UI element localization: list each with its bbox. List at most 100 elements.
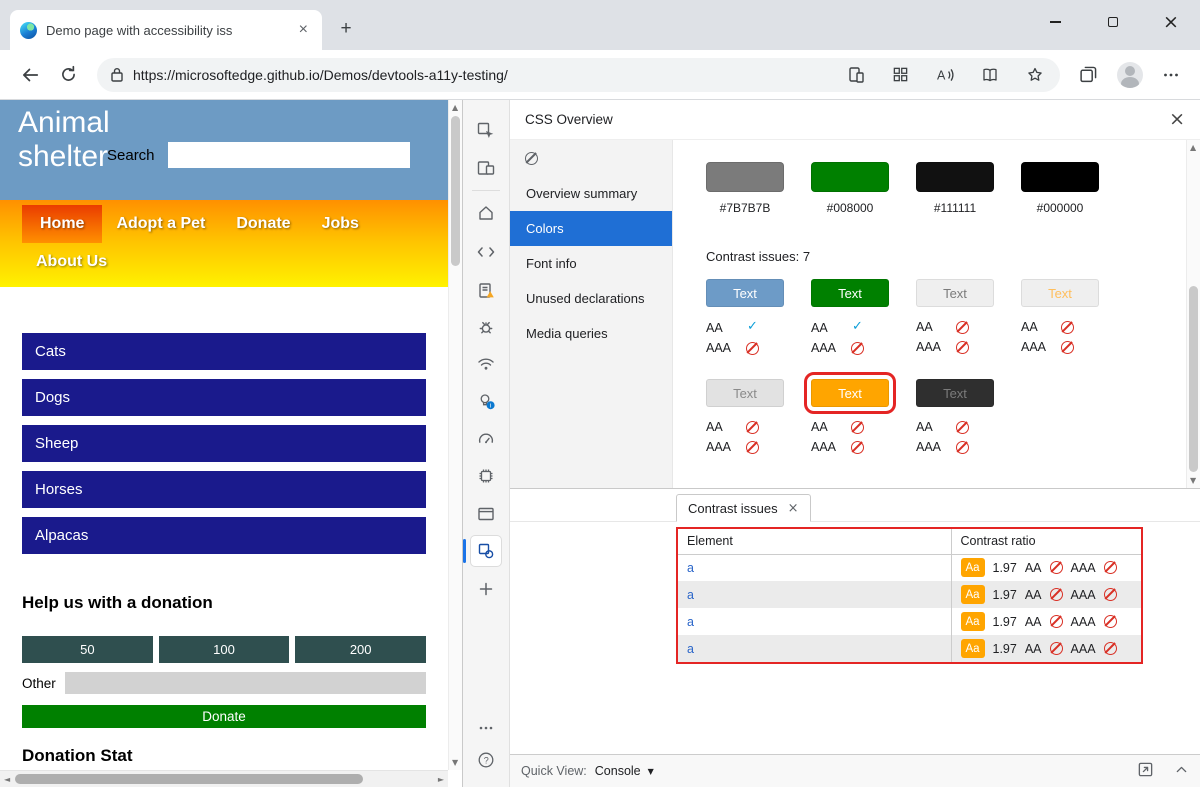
open-panel-icon[interactable] bbox=[1137, 761, 1154, 781]
profile-avatar[interactable] bbox=[1117, 62, 1143, 88]
contrast-sample-swatch[interactable]: Text bbox=[1021, 279, 1099, 307]
sidebar-item-overview-summary[interactable]: Overview summary bbox=[510, 176, 672, 211]
hints-icon[interactable]: i bbox=[471, 386, 501, 416]
contrast-sample-swatch[interactable]: Text bbox=[916, 279, 994, 307]
debugger-icon[interactable] bbox=[471, 312, 501, 342]
vscroll-thumb[interactable] bbox=[1189, 286, 1198, 472]
chevron-up-icon[interactable] bbox=[1174, 762, 1189, 780]
minimize-button[interactable] bbox=[1026, 0, 1084, 44]
color-swatch[interactable] bbox=[811, 162, 889, 192]
tab-contrast-issues[interactable]: Contrast issues × bbox=[676, 494, 811, 522]
collections-icon[interactable] bbox=[1079, 65, 1098, 84]
scroll-down-icon[interactable]: ▼ bbox=[452, 758, 458, 767]
quick-view-console-dropdown[interactable]: Console ▼ bbox=[595, 764, 654, 778]
color-swatch[interactable] bbox=[1021, 162, 1099, 192]
more-tools-icon[interactable] bbox=[471, 713, 501, 743]
more-menu-icon[interactable] bbox=[1162, 66, 1180, 84]
devtools-vertical-scrollbar[interactable]: ▲ ▼ bbox=[1186, 140, 1200, 488]
table-row[interactable]: a Aa 1.97 AA AAA bbox=[678, 581, 1141, 608]
aaa-label: AAA bbox=[706, 440, 746, 454]
lock-icon[interactable] bbox=[111, 67, 123, 82]
read-aloud-icon[interactable]: A bbox=[936, 66, 954, 84]
scroll-left-icon[interactable]: ◄ bbox=[4, 775, 10, 784]
elements-icon[interactable] bbox=[471, 237, 501, 267]
animal-button-horses[interactable]: Horses bbox=[22, 471, 426, 508]
page-vertical-scrollbar[interactable]: ▲ ▼ bbox=[448, 100, 462, 770]
device-emulation-icon[interactable] bbox=[471, 153, 501, 183]
animal-button-alpacas[interactable]: Alpacas bbox=[22, 517, 426, 554]
add-tools-icon[interactable] bbox=[471, 574, 501, 604]
chevron-down-icon: ▼ bbox=[648, 767, 654, 776]
application-icon[interactable] bbox=[471, 499, 501, 529]
immersive-reader-icon[interactable] bbox=[981, 66, 999, 84]
color-swatch[interactable] bbox=[916, 162, 994, 192]
other-amount-input[interactable] bbox=[65, 672, 426, 694]
page-horizontal-scrollbar[interactable]: ◄ ► bbox=[0, 770, 448, 787]
sidebar-item-media-queries[interactable]: Media queries bbox=[510, 316, 672, 351]
drawer-tab-close-icon[interactable]: × bbox=[788, 501, 799, 516]
search-input[interactable] bbox=[168, 142, 410, 168]
tab-close-icon[interactable]: × bbox=[295, 21, 312, 39]
table-row[interactable]: a Aa 1.97 AA AAA bbox=[678, 635, 1141, 662]
apps-grid-icon[interactable] bbox=[892, 66, 909, 83]
scroll-right-icon[interactable]: ► bbox=[438, 775, 444, 784]
css-overview-icon[interactable] bbox=[471, 536, 501, 566]
contrast-sample-swatch[interactable]: Text bbox=[706, 379, 784, 407]
element-link[interactable]: a bbox=[687, 642, 694, 656]
scroll-up-icon[interactable]: ▲ bbox=[452, 103, 458, 112]
color-swatch[interactable] bbox=[706, 162, 784, 192]
contrast-sample-swatch[interactable]: Text bbox=[916, 379, 994, 407]
new-tab-button[interactable]: + bbox=[334, 18, 358, 40]
column-header-element[interactable]: Element bbox=[678, 529, 951, 554]
nav-item-adopt[interactable]: Adopt a Pet bbox=[102, 205, 222, 243]
color-swatch-cell: #7B7B7B bbox=[706, 162, 811, 215]
nav-item-about[interactable]: About Us bbox=[22, 243, 124, 281]
welcome-icon[interactable] bbox=[471, 198, 501, 228]
contrast-sample-swatch[interactable]: Text bbox=[706, 279, 784, 307]
issues-icon[interactable] bbox=[471, 276, 501, 306]
memory-icon[interactable] bbox=[471, 461, 501, 491]
scroll-down-icon[interactable]: ▼ bbox=[1190, 476, 1196, 485]
sidebar-item-unused-declarations[interactable]: Unused declarations bbox=[510, 281, 672, 316]
animal-button-cats[interactable]: Cats bbox=[22, 333, 426, 370]
table-row[interactable]: a Aa 1.97 AA AAA bbox=[678, 608, 1141, 635]
amount-button-100[interactable]: 100 bbox=[159, 636, 290, 663]
element-link[interactable]: a bbox=[687, 615, 694, 629]
table-row[interactable]: a Aa 1.97 AA AAA bbox=[678, 554, 1141, 581]
contrast-sample-swatch[interactable]: Text bbox=[811, 279, 889, 307]
network-icon[interactable] bbox=[471, 349, 501, 379]
amount-button-50[interactable]: 50 bbox=[22, 636, 153, 663]
sidebar-item-font-info[interactable]: Font info bbox=[510, 246, 672, 281]
close-button[interactable]: × bbox=[1142, 0, 1200, 44]
animal-button-dogs[interactable]: Dogs bbox=[22, 379, 426, 416]
inspect-icon[interactable] bbox=[471, 116, 501, 146]
maximize-button[interactable] bbox=[1084, 0, 1142, 44]
contrast-sample-swatch[interactable]: Text bbox=[811, 379, 889, 407]
refresh-icon[interactable] bbox=[59, 65, 78, 84]
element-link[interactable]: a bbox=[687, 588, 694, 602]
nav-item-home[interactable]: Home bbox=[22, 205, 102, 243]
back-icon[interactable] bbox=[20, 65, 40, 85]
device-icon[interactable] bbox=[847, 66, 865, 84]
column-header-contrast-ratio[interactable]: Contrast ratio bbox=[951, 529, 1141, 554]
clear-overview-icon[interactable] bbox=[525, 152, 538, 165]
vscroll-thumb[interactable] bbox=[451, 116, 460, 266]
scroll-up-icon[interactable]: ▲ bbox=[1190, 143, 1196, 152]
color-swatch-label: #008000 bbox=[811, 201, 889, 215]
sidebar-item-colors[interactable]: Colors bbox=[510, 211, 672, 246]
browser-tab[interactable]: Demo page with accessibility iss × bbox=[10, 10, 322, 50]
aaa-result-icon bbox=[851, 342, 864, 355]
nav-item-donate[interactable]: Donate bbox=[222, 205, 307, 243]
amount-button-200[interactable]: 200 bbox=[295, 636, 426, 663]
nav-item-jobs[interactable]: Jobs bbox=[308, 205, 376, 243]
help-icon[interactable]: ? bbox=[471, 745, 501, 775]
element-link[interactable]: a bbox=[687, 561, 694, 575]
performance-icon[interactable] bbox=[471, 423, 501, 453]
add-favorites-icon[interactable] bbox=[1026, 66, 1044, 84]
devtools-close-icon[interactable]: × bbox=[1169, 110, 1185, 129]
contrast-chip: Aa bbox=[961, 558, 985, 577]
hscroll-thumb[interactable] bbox=[15, 774, 363, 784]
address-bar[interactable]: https://microsoftedge.github.io/Demos/de… bbox=[97, 58, 1060, 92]
donate-button[interactable]: Donate bbox=[22, 705, 426, 728]
animal-button-sheep[interactable]: Sheep bbox=[22, 425, 426, 462]
